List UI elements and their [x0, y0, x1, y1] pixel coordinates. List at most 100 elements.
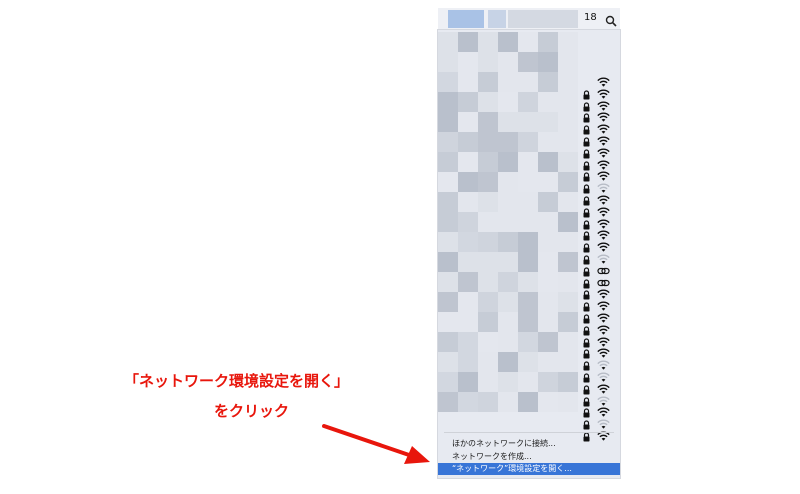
- blurred-pixel: [438, 52, 458, 72]
- blurred-pixel: [498, 212, 518, 232]
- blurred-pixel: [438, 152, 458, 172]
- menu-bar-item[interactable]: [508, 10, 578, 28]
- blurred-pixel: [478, 272, 498, 292]
- blurred-pixel: [518, 32, 538, 52]
- blurred-pixel: [518, 172, 538, 192]
- blurred-pixel: [438, 272, 458, 292]
- network-row[interactable]: [583, 225, 615, 241]
- create-network-item[interactable]: ネットワークを作成...: [438, 451, 620, 463]
- network-row[interactable]: [583, 166, 615, 182]
- network-row[interactable]: [583, 107, 615, 123]
- blurred-pixel: [438, 392, 458, 412]
- network-row[interactable]: [583, 190, 615, 206]
- blurred-pixel: [518, 292, 538, 312]
- blurred-pixel: [538, 132, 558, 152]
- network-row[interactable]: [583, 249, 615, 265]
- blurred-pixel: [478, 92, 498, 112]
- network-row[interactable]: [583, 261, 615, 277]
- blurred-pixel: [518, 212, 538, 232]
- network-row[interactable]: [583, 143, 615, 159]
- blurred-pixel: [478, 212, 498, 232]
- blurred-pixel: [438, 292, 458, 312]
- blurred-pixel: [498, 92, 518, 112]
- network-row[interactable]: [583, 119, 615, 135]
- network-row[interactable]: [583, 414, 615, 430]
- blurred-pixel: [438, 112, 458, 132]
- network-row[interactable]: [583, 343, 615, 359]
- network-row[interactable]: [583, 391, 615, 407]
- blurred-pixel: [498, 332, 518, 352]
- blurred-pixel: [498, 312, 518, 332]
- network-row[interactable]: [583, 237, 615, 253]
- network-row[interactable]: [583, 332, 615, 348]
- blurred-pixel: [558, 232, 578, 252]
- network-row[interactable]: [583, 214, 615, 230]
- blurred-pixel: [498, 152, 518, 172]
- blurred-pixel: [458, 72, 478, 92]
- blurred-pixel: [438, 372, 458, 392]
- network-row[interactable]: [583, 308, 615, 324]
- blurred-pixel: [518, 152, 538, 172]
- blurred-pixel: [558, 372, 578, 392]
- blurred-pixel: [478, 332, 498, 352]
- blurred-pixel: [538, 112, 558, 132]
- blurred-pixel: [518, 92, 538, 112]
- blurred-pixel: [498, 32, 518, 52]
- network-row[interactable]: [583, 202, 615, 218]
- blurred-pixel: [498, 252, 518, 272]
- network-row[interactable]: [583, 355, 615, 371]
- blurred-pixel: [458, 132, 478, 152]
- blurred-pixel: [538, 372, 558, 392]
- blurred-pixel: [518, 372, 538, 392]
- open-network-preferences-item[interactable]: “ネットワーク”環境設定を開く...: [438, 463, 620, 475]
- blurred-pixel: [558, 32, 578, 52]
- blurred-pixel: [518, 332, 538, 352]
- blurred-pixel: [478, 112, 498, 132]
- blurred-pixel: [438, 92, 458, 112]
- search-icon[interactable]: [605, 12, 617, 31]
- network-row[interactable]: [583, 131, 615, 147]
- network-row[interactable]: [583, 155, 615, 171]
- blurred-pixel: [438, 352, 458, 372]
- blurred-pixel: [458, 112, 478, 132]
- blurred-pixel: [478, 252, 498, 272]
- network-row[interactable]: [583, 367, 615, 383]
- network-row[interactable]: [583, 72, 615, 87]
- blurred-pixel: [538, 332, 558, 352]
- blurred-pixel: [518, 52, 538, 72]
- network-row[interactable]: [583, 96, 615, 112]
- network-row[interactable]: [583, 84, 615, 100]
- blurred-pixel: [478, 312, 498, 332]
- blurred-pixel: [558, 352, 578, 372]
- annotation-line-1: 「ネットワーク環境設定を開く」: [124, 372, 350, 390]
- network-row[interactable]: [583, 402, 615, 418]
- blurred-pixel: [558, 272, 578, 292]
- network-row[interactable]: [583, 284, 615, 300]
- network-row[interactable]: [583, 178, 615, 194]
- blurred-pixel: [458, 172, 478, 192]
- blurred-pixel: [458, 272, 478, 292]
- menu-bar-item[interactable]: [488, 10, 506, 28]
- blurred-pixel: [438, 172, 458, 192]
- network-row[interactable]: [583, 320, 615, 336]
- blurred-pixel: [458, 312, 478, 332]
- annotation-arrow: [322, 424, 430, 464]
- blurred-pixel: [438, 312, 458, 332]
- menu-bar-item[interactable]: [448, 10, 484, 28]
- blurred-pixel: [498, 292, 518, 312]
- blurred-pixel: [478, 372, 498, 392]
- connect-other-network-item[interactable]: ほかのネットワークに接続...: [438, 438, 620, 450]
- network-row[interactable]: [583, 296, 615, 312]
- blurred-pixel: [498, 352, 518, 372]
- blurred-pixel: [538, 32, 558, 52]
- network-row[interactable]: [583, 273, 615, 289]
- blurred-pixel: [458, 212, 478, 232]
- blurred-pixel: [438, 192, 458, 212]
- blurred-pixel: [538, 212, 558, 232]
- network-row[interactable]: [583, 379, 615, 395]
- blurred-pixel: [538, 252, 558, 272]
- blurred-pixel: [438, 72, 458, 92]
- blurred-pixel: [538, 52, 558, 72]
- blurred-pixel: [538, 152, 558, 172]
- blurred-pixel: [438, 212, 458, 232]
